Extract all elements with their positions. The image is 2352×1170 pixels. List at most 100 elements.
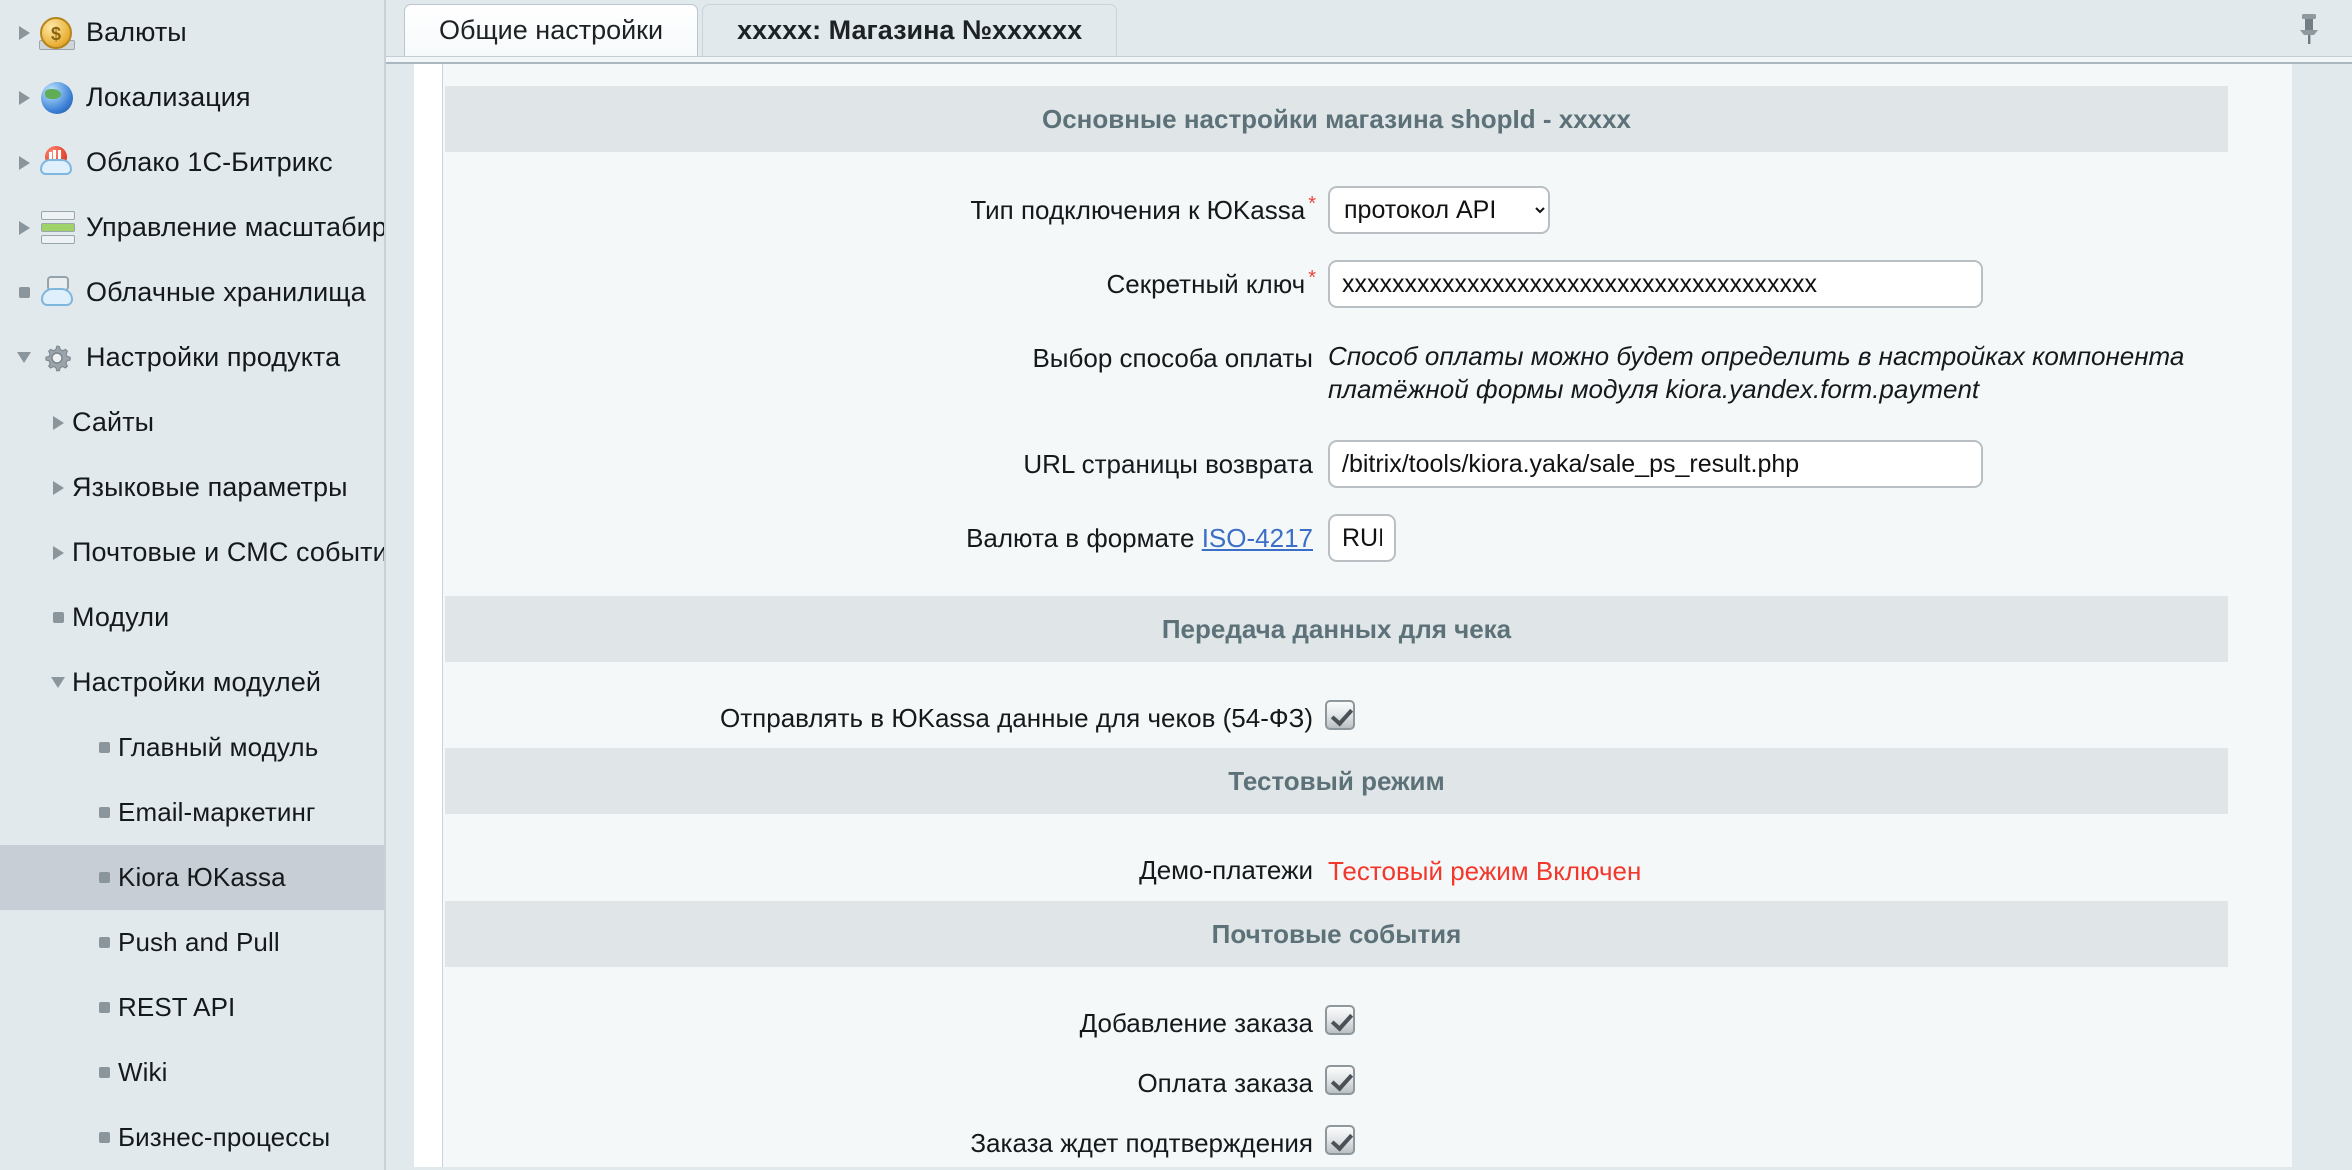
chevron-right-icon[interactable] [10, 26, 38, 40]
row-currency: Валюта в формате ISO-4217 [445, 514, 2228, 562]
label-return-url: URL страницы возврата [445, 440, 1313, 480]
section-header-test-mode: Тестовый режим [445, 748, 2228, 814]
row-mail-event: Оплата заказа [445, 1061, 2228, 1099]
bullet-icon [44, 612, 72, 623]
section-header-mail-events: Почтовые события [445, 901, 2228, 967]
sidebar-item-label: Языковые параметры [72, 472, 348, 503]
sidebar-item-10[interactable]: Настройки модулей [0, 650, 384, 715]
tab-shop[interactable]: xxxxx: Магазина №xxxxxx [702, 4, 1117, 56]
admin-settings-page: $Валюты Локализация Облако 1С-Битрикс Управ… [0, 0, 2352, 1170]
connection-type-select[interactable]: протокол API [1328, 186, 1550, 234]
currency-input[interactable] [1328, 514, 1396, 562]
red-cloud-icon [38, 146, 80, 180]
label-mail-event: Оплата заказа [445, 1061, 1313, 1099]
sidebar-item-label: Сайты [72, 407, 154, 438]
tab-strip-divider [386, 56, 2352, 64]
chevron-right-icon[interactable] [10, 221, 38, 235]
sidebar-item-14[interactable]: Push and Pull [0, 910, 384, 975]
pin-icon[interactable] [2288, 8, 2330, 50]
section-title: Передача данных для чека [1162, 614, 1511, 645]
bullet-icon [90, 937, 118, 948]
secret-key-input[interactable] [1328, 260, 1983, 308]
sidebar-item-label: REST API [118, 992, 235, 1023]
section-title: Тестовый режим [1228, 766, 1444, 797]
row-mail-event: Добавление заказа [445, 1001, 2228, 1039]
tab-general-settings[interactable]: Общие настройки [404, 4, 698, 56]
mail-event-checkbox[interactable] [1325, 1125, 1355, 1155]
row-send-receipt: Отправлять в ЮKassa данные для чеков (54… [445, 696, 2228, 734]
mail-event-checkbox[interactable] [1325, 1065, 1355, 1095]
iso-4217-link[interactable]: ISO-4217 [1202, 523, 1313, 553]
row-payment-method: Выбор способа оплаты Способ оплаты можно… [445, 334, 2228, 406]
gear-icon [38, 341, 80, 375]
sidebar-item-7[interactable]: Языковые параметры [0, 455, 384, 520]
bullet-icon [90, 1002, 118, 1013]
chevron-right-icon[interactable] [10, 91, 38, 105]
mail-events-list: Добавление заказа Оплата заказа Заказа жде… [445, 1001, 2292, 1167]
sidebar-item-4[interactable]: Облачные хранилища [0, 260, 384, 325]
chevron-right-icon[interactable] [44, 416, 72, 430]
sidebar-item-8[interactable]: Почтовые и СМС события [0, 520, 384, 585]
chevron-right-icon[interactable] [44, 546, 72, 560]
label-mail-event: Добавление заказа [445, 1001, 1313, 1039]
bullet-icon [90, 742, 118, 753]
sidebar-item-12[interactable]: Email-маркетинг [0, 780, 384, 845]
tab-strip: Общие настройки xxxxx: Магазина №xxxxxx [386, 0, 2352, 56]
sidebar-item-9[interactable]: Модули [0, 585, 384, 650]
sidebar-item-15[interactable]: REST API [0, 975, 384, 1040]
row-demo-payments: Демо-платежи Тестовый режим Включен [445, 848, 2228, 887]
sidebar-item-17[interactable]: Бизнес-процессы [0, 1105, 384, 1170]
section-header-receipt: Передача данных для чека [445, 596, 2228, 662]
sidebar-item-label: Настройки продукта [86, 342, 340, 373]
label-payment-method: Выбор способа оплаты [445, 334, 1313, 374]
section-header-main: Основные настройки магазина shopId - xxx… [445, 86, 2228, 152]
sidebar-item-label: Модули [72, 602, 169, 633]
sidebar-item-3[interactable]: Управление масштабирова [0, 195, 384, 260]
label-connection-type: Тип подключения к ЮKassa [445, 186, 1313, 226]
chevron-right-icon[interactable] [10, 156, 38, 170]
settings-panel: Основные настройки магазина shopId - xxx… [414, 64, 2292, 1167]
sidebar-item-label: Push and Pull [118, 927, 280, 958]
label-mail-event: Заказа ждет подтверждения [445, 1121, 1313, 1159]
sidebar-item-label: Локализация [86, 82, 251, 113]
sidebar-item-label: Email-маркетинг [118, 797, 316, 828]
settings-form: Основные настройки магазина shopId - xxx… [415, 64, 2292, 1167]
sidebar-item-0[interactable]: $Валюты [0, 0, 384, 65]
bullet-icon [90, 1132, 118, 1143]
globe-icon [38, 81, 80, 115]
payment-method-note: Способ оплаты можно будет определить в н… [1328, 334, 2228, 406]
sidebar-item-label: Wiki [118, 1057, 168, 1088]
row-connection-type: Тип подключения к ЮKassa протокол API [445, 186, 2228, 234]
sidebar-item-1[interactable]: Локализация [0, 65, 384, 130]
section-title: Основные настройки магазина shopId - xxx… [1042, 104, 1631, 135]
sidebar-item-16[interactable]: Wiki [0, 1040, 384, 1105]
content-area: Общие настройки xxxxx: Магазина №xxxxxx [386, 0, 2352, 1170]
sidebar-item-label: Облако 1С-Битрикс [86, 147, 333, 178]
sidebar-item-label: Kiora ЮKassa [118, 862, 286, 893]
bullet-icon [90, 807, 118, 818]
section-title: Почтовые события [1212, 919, 1462, 950]
return-url-input[interactable] [1328, 440, 1983, 488]
chevron-down-icon[interactable] [44, 677, 72, 688]
bullet-icon [10, 287, 38, 298]
chevron-right-icon[interactable] [44, 481, 72, 495]
chevron-down-icon[interactable] [10, 352, 38, 363]
cloud-storage-icon [38, 276, 80, 310]
sidebar-item-13[interactable]: Kiora ЮKassa [0, 845, 384, 910]
send-receipt-checkbox[interactable] [1325, 700, 1355, 730]
test-mode-status: Тестовый режим Включен [1313, 848, 1641, 887]
tab-label: xxxxx: Магазина №xxxxxx [737, 15, 1082, 46]
tab-label: Общие настройки [439, 15, 663, 46]
sidebar-item-label: Бизнес-процессы [118, 1122, 330, 1153]
bullet-icon [90, 872, 118, 883]
label-currency-text: Валюта в формате [966, 523, 1194, 553]
mail-event-checkbox[interactable] [1325, 1005, 1355, 1035]
label-secret-key: Секретный ключ [445, 260, 1313, 300]
label-currency: Валюта в формате ISO-4217 [445, 514, 1313, 554]
sidebar-item-2[interactable]: Облако 1С-Битрикс [0, 130, 384, 195]
sidebar-item-5[interactable]: Настройки продукта [0, 325, 384, 390]
coin-icon: $ [38, 16, 80, 50]
sidebar-item-6[interactable]: Сайты [0, 390, 384, 455]
sidebar-item-11[interactable]: Главный модуль [0, 715, 384, 780]
label-send-receipt: Отправлять в ЮKassa данные для чеков (54… [445, 696, 1313, 734]
